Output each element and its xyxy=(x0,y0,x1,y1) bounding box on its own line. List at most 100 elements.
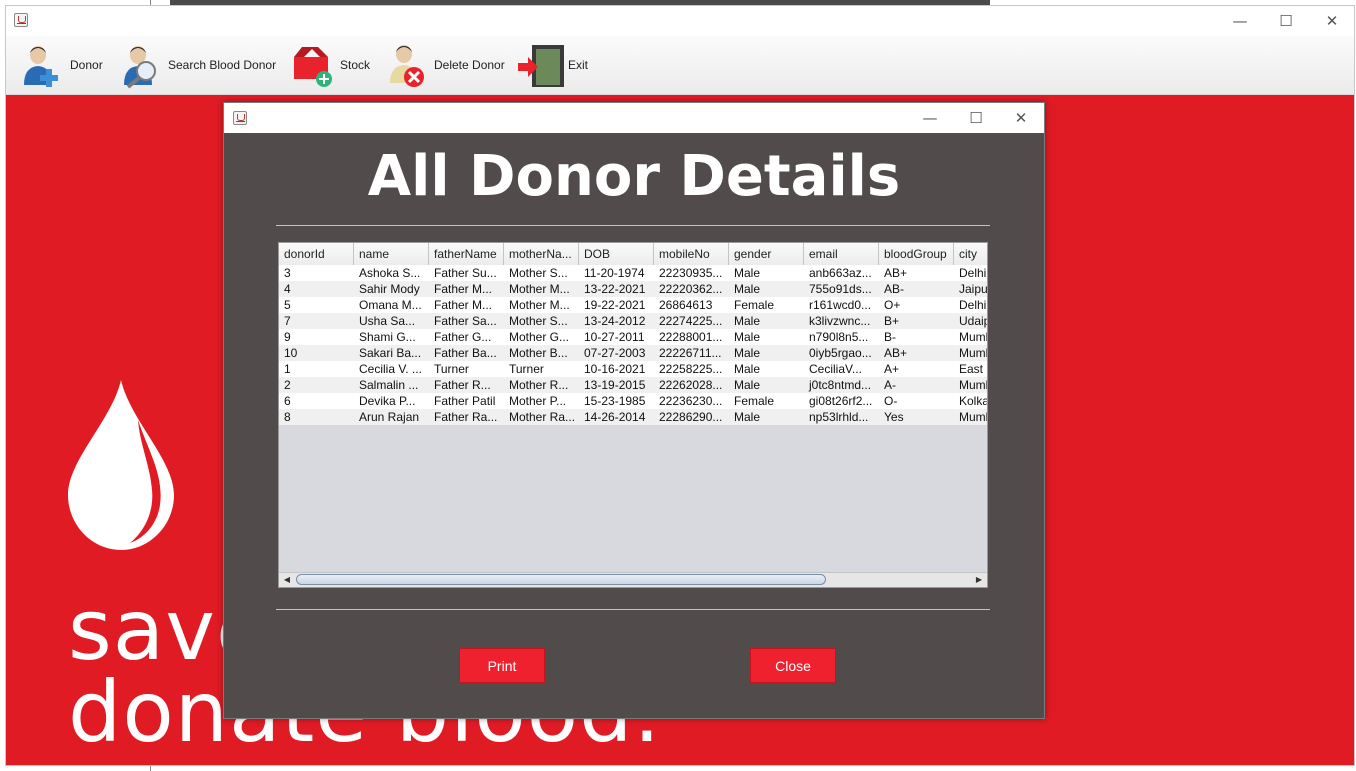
table-cell: Mumbai xyxy=(959,410,987,424)
table-cell: 22226711... xyxy=(659,346,722,360)
table-cell: Female xyxy=(734,394,775,408)
column-header[interactable]: donorId xyxy=(279,243,354,265)
table-cell: 9 xyxy=(284,330,291,344)
column-header[interactable]: city xyxy=(954,243,987,265)
stock-icon xyxy=(288,41,336,89)
scroll-left-arrow-icon[interactable]: ◀ xyxy=(281,574,293,586)
column-header[interactable]: DOB xyxy=(579,243,654,265)
horizontal-scrollbar[interactable]: ◀ ▶ xyxy=(279,572,987,587)
table-cell: 10-16-2021 xyxy=(584,362,646,376)
column-header[interactable]: name xyxy=(354,243,429,265)
close-window-button[interactable]: ✕ xyxy=(1309,6,1355,36)
table-row[interactable]: 2 Salmalin ... Father R... Mother R... 13-19… xyxy=(279,377,987,393)
minimize-button[interactable]: — xyxy=(1217,6,1263,36)
exit-door-icon xyxy=(516,41,564,89)
table-cell: k3livzwnc... xyxy=(809,314,871,328)
table-cell: Mumbai xyxy=(959,346,987,360)
table-cell: 07-27-2003 xyxy=(584,346,646,360)
dialog-minimize-button[interactable]: — xyxy=(907,103,953,133)
donor-table-pane[interactable]: donorId name fatherName motherNa... DOB mobil… xyxy=(278,242,988,588)
table-row[interactable]: 5 Omana M... Father M... Mother M... 19-22-2… xyxy=(279,297,987,313)
dialog-close-button[interactable]: ✕ xyxy=(998,103,1044,133)
table-cell: Father R... xyxy=(434,378,491,392)
table-cell: 2 xyxy=(284,378,291,392)
table-row[interactable]: 9 Shami G... Father G... Mother G... 10-27-2… xyxy=(279,329,987,345)
table-cell: Mother S... xyxy=(509,266,568,280)
table-cell: Shami G... xyxy=(359,330,416,344)
table-row[interactable]: 8 Arun Rajan Father Ra... Mother Ra... 14-26… xyxy=(279,409,987,425)
donor-button[interactable]: Donor xyxy=(18,40,103,90)
table-cell: gi08t26rf2... xyxy=(809,394,873,408)
table-row[interactable]: 10 Sakari Ba... Father Ba... Mother B... 07-… xyxy=(279,345,987,361)
close-button[interactable]: Close xyxy=(750,648,836,683)
table-cell: AB+ xyxy=(884,346,908,360)
main-titlebar: — ☐ ✕ xyxy=(6,6,1354,36)
table-cell: 13-19-2015 xyxy=(584,378,646,392)
table-cell: 15-23-1985 xyxy=(584,394,646,408)
table-cell: AB+ xyxy=(884,266,908,280)
table-row[interactable]: 1 Cecilia V. ... Turner Turner 10-16-2021 222… xyxy=(279,361,987,377)
table-cell: Kolkata xyxy=(959,394,988,408)
table-cell: Mother M... xyxy=(509,298,570,312)
table-cell: 6 xyxy=(284,394,291,408)
column-header[interactable]: motherNa... xyxy=(504,243,579,265)
table-cell: Male xyxy=(734,346,761,360)
table-cell: Sahir Mody xyxy=(359,282,420,296)
table-cell: 0iyb5rgao... xyxy=(809,346,872,360)
table-cell: 26864613 xyxy=(659,298,713,312)
table-cell: B+ xyxy=(884,314,900,328)
search-blood-donor-label: Search Blood Donor xyxy=(168,58,277,72)
dialog-maximize-button[interactable]: ☐ xyxy=(953,103,999,133)
scroll-right-arrow-icon[interactable]: ▶ xyxy=(973,574,985,586)
table-cell: Father Sa... xyxy=(434,314,497,328)
table-cell: Father Patil xyxy=(434,394,496,408)
table-cell: 22274225... xyxy=(659,314,723,328)
column-header[interactable]: fatherName xyxy=(429,243,504,265)
delete-donor-icon xyxy=(382,41,430,89)
column-header[interactable]: mobileNo xyxy=(654,243,729,265)
table-cell: B- xyxy=(884,330,896,344)
column-header[interactable]: email xyxy=(804,243,879,265)
table-cell: Male xyxy=(734,362,761,376)
table-cell: Mother S... xyxy=(509,314,568,328)
table-cell: 22258225... xyxy=(659,362,723,376)
table-cell: Ashoka S... xyxy=(359,266,421,280)
table-cell: Cecilia V. ... xyxy=(359,362,422,376)
column-header[interactable]: bloodGroup xyxy=(879,243,954,265)
table-row[interactable]: 3 Ashoka S... Father Su... Mother S... 11-20… xyxy=(279,265,987,281)
scrollbar-thumb[interactable] xyxy=(296,574,826,585)
table-cell: 755o91ds... xyxy=(809,282,872,296)
table-row[interactable]: 4 Sahir Mody Father M... Mother M... 13-22-2… xyxy=(279,281,987,297)
table-cell: Father Ba... xyxy=(434,346,497,360)
table-cell: Male xyxy=(734,282,761,296)
table-cell: np53lrhld... xyxy=(809,410,869,424)
table-cell: Usha Sa... xyxy=(359,314,416,328)
exit-button[interactable]: Exit xyxy=(516,40,588,90)
table-row[interactable]: 7 Usha Sa... Father Sa... Mother S... 13-24-… xyxy=(279,313,987,329)
delete-donor-button[interactable]: Delete Donor xyxy=(382,40,505,90)
table-cell: Mother Ra... xyxy=(509,410,576,424)
blood-drop-icon xyxy=(68,380,174,550)
table-cell: A+ xyxy=(884,362,900,376)
table-cell: Mother P... xyxy=(509,394,567,408)
main-toolbar: Donor Search Blood Donor Stock Delete Do… xyxy=(6,36,1354,95)
table-cell: Devika P... xyxy=(359,394,416,408)
maximize-button[interactable]: ☐ xyxy=(1263,6,1309,36)
table-cell: 8 xyxy=(284,410,291,424)
table-cell: Mumbai xyxy=(959,378,987,392)
table-cell: East xyxy=(959,362,984,376)
print-button[interactable]: Print xyxy=(459,648,545,683)
table-cell: Male xyxy=(734,410,761,424)
table-cell: O+ xyxy=(884,298,901,312)
table-cell: CeciliaV... xyxy=(809,362,862,376)
table-cell: Omana M... xyxy=(359,298,422,312)
table-cell: 11-20-1974 xyxy=(584,266,645,280)
table-cell: 13-24-2012 xyxy=(584,314,646,328)
stock-button[interactable]: Stock xyxy=(288,40,370,90)
search-blood-donor-button[interactable]: Search Blood Donor xyxy=(116,40,276,90)
column-header[interactable]: gender xyxy=(729,243,804,265)
table-cell: A- xyxy=(884,378,896,392)
table-row[interactable]: 6 Devika P... Father Patil Mother P... 15-23… xyxy=(279,393,988,409)
search-donor-icon xyxy=(116,41,164,89)
table-cell: Father Ra... xyxy=(434,410,498,424)
